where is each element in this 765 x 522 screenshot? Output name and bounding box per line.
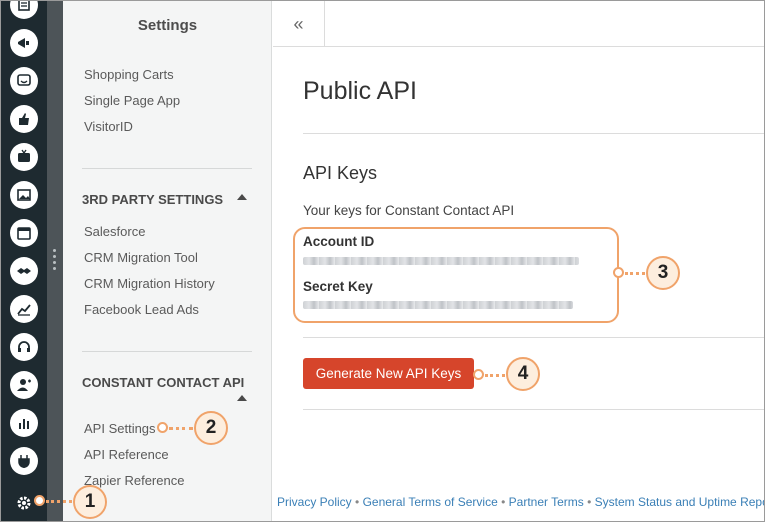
section-heading-3rd-party[interactable]: 3RD PARTY SETTINGS [82, 192, 223, 207]
footer-link-system-status[interactable]: System Status and Uptime Report [595, 495, 764, 509]
plug-icon[interactable] [10, 447, 38, 475]
callout-2: 2 [194, 411, 228, 445]
callout-leader [625, 272, 645, 275]
nav-item-api-settings[interactable]: API Settings [84, 421, 156, 436]
footer-links: Privacy Policy • General Terms of Servic… [277, 495, 764, 509]
nav-item-api-reference[interactable]: API Reference [84, 447, 169, 462]
callout-anchor-dot [34, 495, 45, 506]
tv-icon[interactable] [10, 143, 38, 171]
callout-4: 4 [506, 357, 540, 391]
nav-item-zapier-reference[interactable]: Zapier Reference [84, 473, 184, 488]
main-content: « Public API API Keys Your keys for Cons… [273, 1, 764, 521]
nav-item-facebook-lead-ads[interactable]: Facebook Lead Ads [84, 302, 199, 317]
bar-chart-icon[interactable] [10, 409, 38, 437]
callout-anchor-dot [157, 422, 168, 433]
gear-icon[interactable] [15, 494, 33, 512]
user-add-icon[interactable] [10, 371, 38, 399]
account-id-label: Account ID [303, 234, 375, 249]
app-window: Settings Shopping Carts Single Page App … [0, 0, 765, 522]
api-keys-description: Your keys for Constant Contact API [303, 203, 515, 218]
nav-item-crm-migration-tool[interactable]: CRM Migration Tool [84, 250, 198, 265]
icon-rail [1, 1, 47, 521]
top-bar: « [273, 1, 764, 47]
calendar-icon[interactable] [10, 219, 38, 247]
chat-smile-icon[interactable] [10, 67, 38, 95]
section-heading-constant-contact-api[interactable]: CONSTANT CONTACT API [82, 375, 244, 390]
image-icon[interactable] [10, 181, 38, 209]
secret-key-label: Secret Key [303, 279, 373, 294]
megaphone-icon[interactable] [10, 29, 38, 57]
page-title: Public API [303, 77, 417, 105]
nav-item-salesforce[interactable]: Salesforce [84, 224, 145, 239]
nav-item-shopping-carts[interactable]: Shopping Carts [84, 67, 174, 82]
nav-divider [82, 168, 252, 169]
secret-key-value-redacted [303, 301, 573, 309]
collapse-sidebar-button[interactable]: « [273, 1, 325, 47]
collapse-caret-icon[interactable] [237, 395, 247, 401]
list-icon[interactable] [10, 1, 38, 19]
footer-link-general-terms[interactable]: General Terms of Service [363, 495, 498, 509]
footer-separator: • [501, 495, 506, 509]
divider [303, 409, 764, 410]
headset-icon[interactable] [10, 333, 38, 361]
nav-item-crm-migration-history[interactable]: CRM Migration History [84, 276, 215, 291]
callout-anchor-dot [473, 369, 484, 380]
account-id-value-redacted [303, 257, 579, 265]
nav-item-visitorid[interactable]: VisitorID [84, 119, 133, 134]
handshake-icon[interactable] [10, 257, 38, 285]
callout-1: 1 [73, 485, 107, 519]
footer-link-privacy-policy[interactable]: Privacy Policy [277, 495, 352, 509]
callout-3: 3 [646, 256, 680, 290]
settings-nav: Settings Shopping Carts Single Page App … [63, 1, 272, 521]
divider [303, 337, 764, 338]
trend-chart-icon[interactable] [10, 295, 38, 323]
footer-separator: • [355, 495, 360, 509]
callout-leader [485, 374, 505, 377]
settings-nav-title: Settings [137, 17, 198, 34]
section-title-api-keys: API Keys [303, 163, 378, 183]
nav-item-single-page-app[interactable]: Single Page App [84, 93, 180, 108]
resize-grip-icon[interactable] [52, 249, 58, 273]
thumbs-up-icon[interactable] [10, 105, 38, 133]
generate-new-api-keys-button[interactable]: Generate New API Keys [303, 358, 474, 389]
footer-link-partner-terms[interactable]: Partner Terms [509, 495, 584, 509]
divider [303, 133, 764, 134]
callout-leader [169, 427, 193, 430]
nav-divider [82, 351, 252, 352]
callout-leader [46, 500, 72, 503]
footer-separator: • [587, 495, 592, 509]
callout-anchor-dot [613, 267, 624, 278]
collapse-caret-icon[interactable] [237, 194, 247, 200]
